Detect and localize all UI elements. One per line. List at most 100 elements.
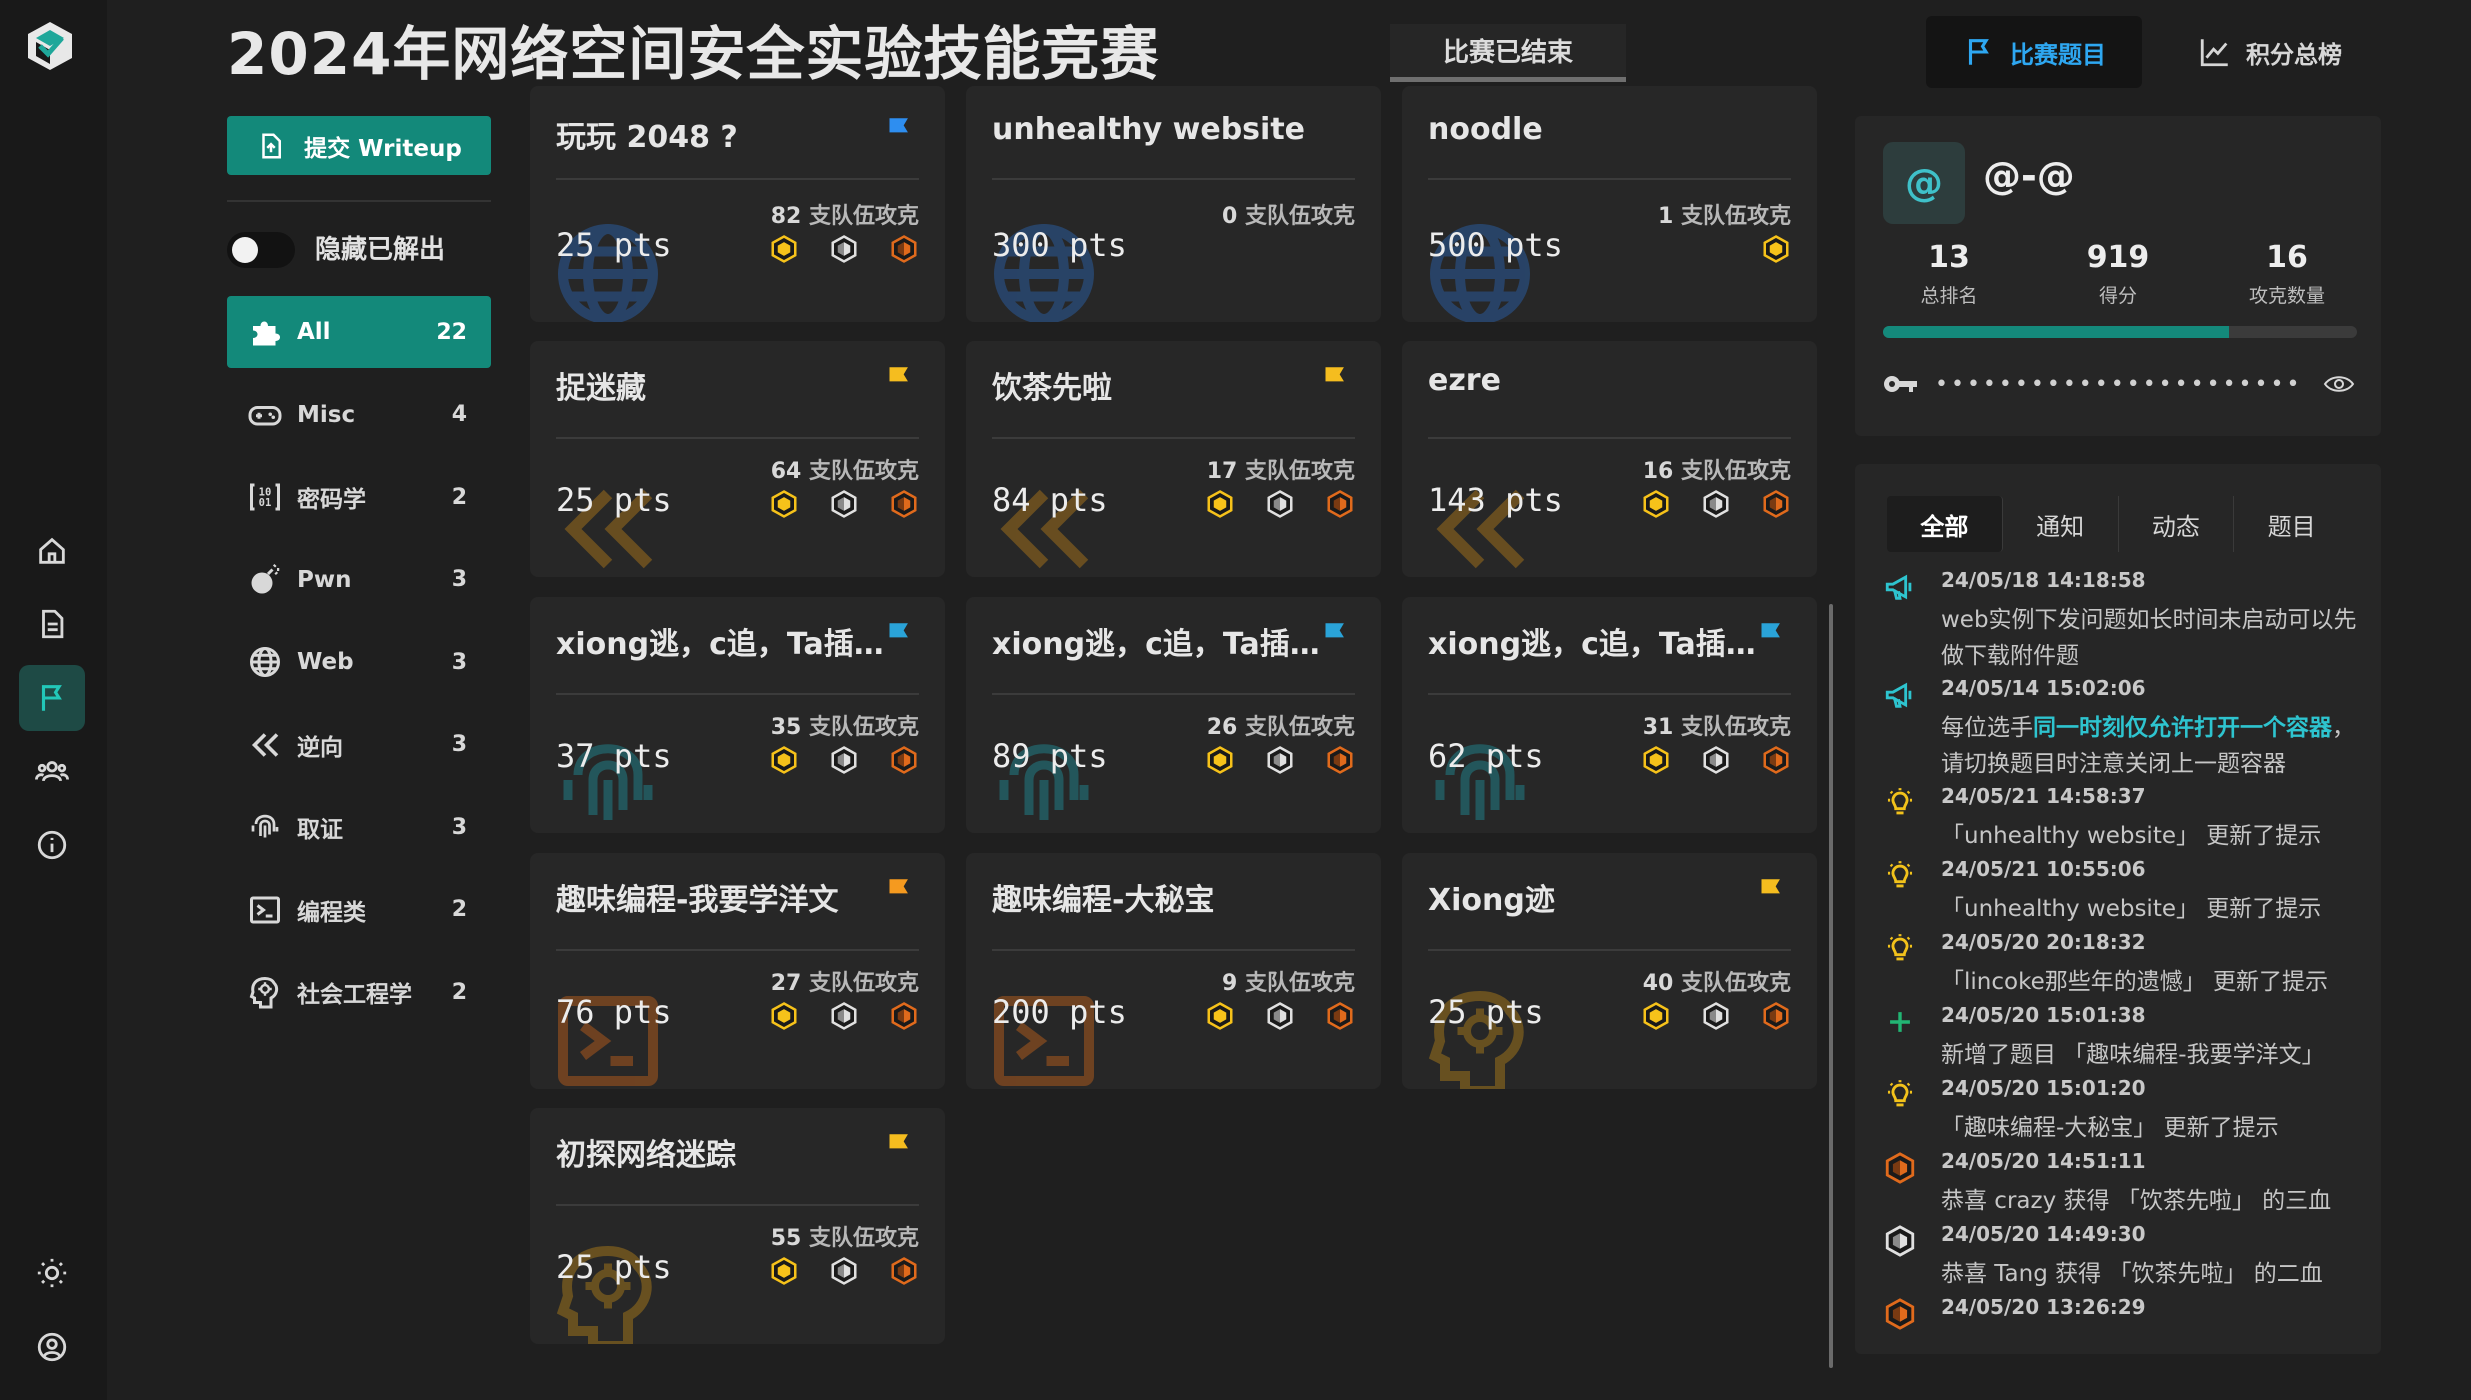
home-nav-button[interactable] [19, 518, 85, 584]
challenge-title: xiong逃，c追，Ta插... [1428, 627, 1758, 662]
category-item[interactable]: All 22 [227, 296, 491, 368]
solve-count-suffix: 支队伍攻克 [1680, 971, 1791, 996]
challenge-points: 300 pts [992, 226, 1127, 264]
docs-nav-button[interactable] [19, 591, 85, 657]
category-item[interactable]: Web 3 [227, 626, 491, 698]
challenge-card[interactable]: 捉迷藏 25 pts 64 支队伍攻克 [530, 341, 945, 577]
score-stat: 919 得分 [2038, 240, 2198, 308]
notice-time: 24/05/21 10:55:06 [1941, 857, 2146, 881]
card-divider [992, 949, 1355, 951]
silver-blood-icon [1885, 1225, 1915, 1257]
team-token-field[interactable]: •••••••••••••••••••••••• [1883, 364, 2357, 404]
chart-line-icon [2200, 39, 2228, 67]
category-name: Pwn [297, 566, 352, 593]
teams-nav-button[interactable] [19, 738, 85, 804]
about-nav-button[interactable] [19, 812, 85, 878]
solve-count-number: 64 [770, 459, 802, 484]
category-item[interactable]: 10 01 密码学 2 [227, 461, 491, 533]
eye-icon[interactable] [2321, 370, 2357, 398]
gold-blood-icon [771, 490, 797, 518]
flag-icon [1968, 39, 1989, 65]
challenge-card[interactable]: xiong逃，c追，Ta插... 37 pts 35 支队伍攻克 [530, 597, 945, 833]
solve-count-number: 9 [1222, 971, 1238, 996]
card-divider [992, 437, 1355, 439]
notice-text-part: 「趣味编程-大秘宝」 更新了提示 [1941, 1115, 2279, 1141]
challenge-card[interactable]: xiong逃，c追，Ta插... 89 pts 26 支队伍攻克 [966, 597, 1381, 833]
challenge-card[interactable]: xiong逃，c追，Ta插... 62 pts 31 支队伍攻克 [1402, 597, 1817, 833]
notice-time: 24/05/18 14:18:58 [1941, 568, 2146, 592]
challenge-points: 25 pts [1428, 993, 1544, 1031]
notice-text-part: web实例下发问题如长时间未启动可以先做下载附件题 [1941, 607, 2357, 669]
gamepad-icon [248, 405, 282, 425]
games-nav-button[interactable] [19, 665, 85, 731]
score-label: 得分 [2098, 285, 2137, 307]
notice-tab[interactable]: 全部 [1887, 496, 2003, 552]
notice-text-part: 「lincoke那些年的遗憾」 更新了提示 [1941, 969, 2329, 995]
terminal-icon [250, 896, 280, 923]
home-icon [39, 537, 65, 564]
notice-text-part: 「unhealthy website」 更新了提示 [1941, 896, 2322, 922]
challenge-card[interactable]: ezre 143 pts 16 支队伍攻克 [1402, 341, 1817, 577]
challenge-title: ezre [1428, 363, 1501, 398]
bronze-blood-icon [1763, 1002, 1789, 1030]
notice-tab[interactable]: 动态 [2119, 496, 2235, 552]
solve-count-suffix: 支队伍攻克 [1680, 715, 1791, 740]
card-divider [1428, 693, 1791, 695]
challenge-card[interactable]: 趣味编程-我要学洋文 76 pts 27 支队伍攻克 [530, 853, 945, 1089]
gold-blood-icon [1643, 490, 1669, 518]
solve-count-suffix: 支队伍攻克 [1244, 971, 1355, 996]
category-item[interactable]: 社会工程学 2 [227, 956, 491, 1028]
bronze-blood-icon [891, 490, 917, 518]
submit-writeup-button[interactable]: 提交 Writeup [227, 116, 491, 175]
theme-toggle-button[interactable] [19, 1240, 85, 1306]
tab-scoreboard[interactable]: 积分总榜 [2165, 16, 2375, 88]
category-name: 密码学 [297, 487, 366, 513]
solve-count-number: 40 [1642, 971, 1674, 996]
rank-value: 13 [1928, 240, 1970, 275]
bulb-icon [1887, 934, 1913, 961]
solved-flag-icon [889, 623, 908, 651]
category-item[interactable]: 编程类 2 [227, 874, 491, 946]
card-divider [992, 178, 1355, 180]
challenge-card[interactable]: unhealthy website 300 pts 0 支队伍攻克 [966, 86, 1381, 322]
challenge-card[interactable]: noodle 500 pts 1 支队伍攻克 [1402, 86, 1817, 322]
challenge-card[interactable]: 初探网络迷踪 25 pts 55 支队伍攻克 [530, 1108, 945, 1344]
notice-tab[interactable]: 题目 [2234, 496, 2349, 552]
notice-text-part: 「unhealthy website」 更新了提示 [1941, 823, 2322, 849]
gold-blood-icon [771, 235, 797, 263]
score-value: 919 [2086, 240, 2150, 275]
notice-text-part: 恭喜 crazy 获得 「饮茶先啦」 的三血 [1941, 1188, 2332, 1214]
bronze-blood-icon [1885, 1298, 1915, 1330]
hide-solved-toggle[interactable] [227, 232, 295, 268]
category-icon-wrap [245, 972, 285, 1012]
progress-fill [1883, 326, 2230, 338]
toggle-knob [232, 237, 258, 263]
card-divider [556, 178, 919, 180]
challenge-points: 84 pts [992, 481, 1108, 519]
category-name: Web [297, 649, 354, 675]
app-logo-icon[interactable] [26, 20, 74, 72]
score-progress-bar [1883, 326, 2357, 338]
challenge-card[interactable]: 趣味编程-大秘宝 200 pts 9 支队伍攻克 [966, 853, 1381, 1089]
challenge-card[interactable]: 饮茶先啦 84 pts 17 支队伍攻克 [966, 341, 1381, 577]
grid-scrollbar[interactable] [1829, 604, 1833, 1368]
category-item[interactable]: Pwn 3 [227, 544, 491, 616]
blood-badges [1641, 489, 1791, 519]
challenge-card[interactable]: 玩玩 2048 ? 25 pts 82 支队伍攻克 [530, 86, 945, 322]
notice-tab[interactable]: 通知 [2003, 496, 2119, 552]
megaphone-icon [1885, 682, 1912, 708]
category-item[interactable]: 取证 3 [227, 791, 491, 863]
team-profile-card: @ @-@ 13 总排名 919 得分 16 攻克数量 ••••••••••••… [1855, 116, 2381, 436]
brain-icon [249, 976, 279, 1009]
solved-value: 16 [2266, 240, 2308, 275]
category-item[interactable]: 逆向 3 [227, 709, 491, 781]
bronze-blood-icon [1885, 1152, 1915, 1184]
tab-challenges[interactable]: 比赛题目 [1926, 16, 2142, 88]
account-button[interactable] [19, 1314, 85, 1380]
challenge-title: Xiong迹 [1428, 883, 1555, 918]
category-item[interactable]: Misc 4 [227, 379, 491, 451]
info-icon [37, 830, 67, 860]
solve-count-number: 16 [1642, 459, 1674, 484]
challenge-card[interactable]: Xiong迹 25 pts 40 支队伍攻克 [1402, 853, 1817, 1089]
silver-blood-icon [831, 490, 857, 518]
